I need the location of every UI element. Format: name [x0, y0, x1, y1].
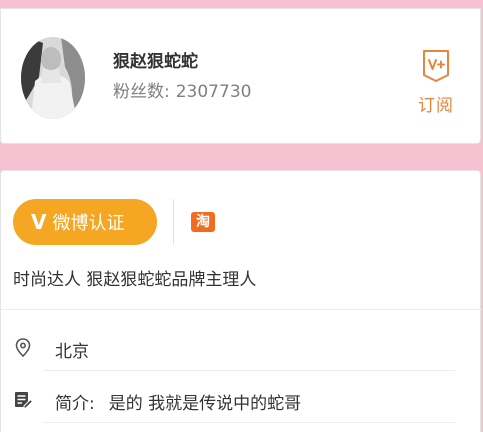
- location-row: 北京: [13, 323, 453, 373]
- bio-text-line: 简介: 是的 我就是传说中的蛇哥: [55, 389, 301, 414]
- location-pin-icon: [15, 338, 31, 358]
- avatar-image: [21, 37, 85, 119]
- avatar[interactable]: [21, 37, 85, 119]
- fans-count: 2307730: [175, 82, 252, 102]
- subscribe-label: 订阅: [418, 96, 454, 116]
- profile-header-card: 狠赵狠蛇蛇 粉丝数: 2307730 订阅: [0, 8, 481, 144]
- username[interactable]: 狠赵狠蛇蛇: [113, 47, 198, 72]
- row-divider: [43, 422, 455, 423]
- bio-row: 简介: 是的 我就是传说中的蛇哥: [13, 375, 453, 425]
- location-text: 北京: [55, 342, 89, 362]
- row-divider: [43, 370, 455, 371]
- verification-description: 时尚达人 狠赵狠蛇蛇品牌主理人: [13, 270, 257, 290]
- v-plus-icon: [423, 50, 449, 82]
- weibo-verified-badge[interactable]: V 微博认证: [13, 199, 157, 245]
- verified-badge-label: 微博认证: [52, 213, 125, 234]
- profile-info-card: V 微博认证 淘 时尚达人 狠赵狠蛇蛇品牌主理人 北京 简介: 是的 我就是传说中的…: [0, 170, 482, 432]
- fans-count-line: 粉丝数: 2307730: [113, 77, 251, 102]
- subscribe-button[interactable]: 订阅: [413, 49, 459, 125]
- badge-divider: [173, 199, 174, 245]
- edit-note-icon: [15, 392, 33, 409]
- bio-label: 简介:: [55, 394, 95, 414]
- taobao-icon[interactable]: 淘: [191, 212, 215, 232]
- bio-text: 是的 我就是传说中的蛇哥: [108, 394, 302, 414]
- fans-label: 粉丝数:: [113, 82, 170, 102]
- verified-v-icon: V: [31, 210, 47, 234]
- section-divider: [1, 309, 482, 310]
- badge-row: V 微博认证 淘: [13, 199, 473, 245]
